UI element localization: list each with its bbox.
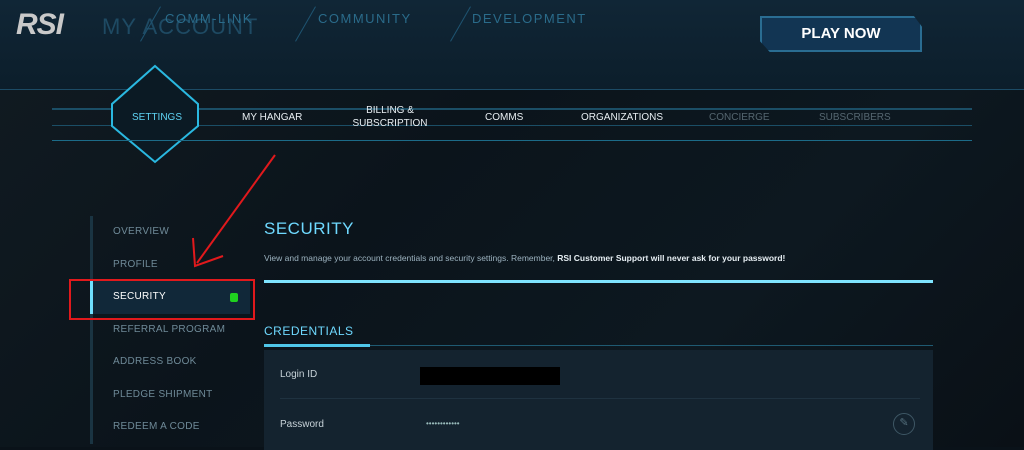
rsi-logo[interactable]: RSI	[16, 8, 64, 42]
sidebar-item-label: ADDRESS BOOK	[113, 356, 197, 367]
tab-concierge[interactable]: CONCIERGE	[709, 111, 770, 124]
nav-comm-link[interactable]: COMM-LINK	[165, 11, 253, 26]
description-text: View and manage your account credentials…	[264, 253, 558, 263]
sidebar-item-address-book[interactable]: ADDRESS BOOK	[90, 346, 250, 379]
tab-comms[interactable]: COMMS	[485, 111, 523, 124]
annotation-highlight-box	[69, 279, 255, 320]
sidebar-item-overview[interactable]: OVERVIEW	[90, 216, 250, 249]
login-id-value-redacted	[420, 367, 560, 385]
sidebar-item-label: PLEDGE SHIPMENT	[113, 388, 213, 400]
sidebar-item-redeem-code[interactable]: REDEEM A CODE	[90, 411, 250, 444]
divider	[450, 6, 471, 42]
password-label: Password	[280, 419, 324, 430]
credentials-panel	[264, 350, 933, 450]
section-title: SECURITY	[264, 219, 354, 238]
tab-organizations[interactable]: ORGANIZATIONS	[581, 111, 663, 124]
tab-my-hangar[interactable]: MY HANGAR	[242, 111, 302, 124]
description-warning: RSI Customer Support will never ask for …	[557, 253, 786, 263]
nav-development[interactable]: DEVELOPMENT	[472, 11, 587, 26]
sidebar-item-label: REFERRAL PROGRAM	[113, 323, 226, 335]
sidebar-item-label: OVERVIEW	[113, 226, 170, 237]
divider	[264, 280, 933, 283]
login-id-label: Login ID	[280, 369, 318, 380]
pencil-icon: ✎	[899, 417, 909, 429]
sidebar-item-label: REDEEM A CODE	[113, 421, 200, 432]
password-value: ••••••••••••	[426, 419, 460, 428]
tab-settings[interactable]: SETTINGS	[132, 111, 182, 124]
tab-billing[interactable]: BILLING & SUBSCRIPTION	[350, 104, 430, 130]
edit-password-button[interactable]: ✎	[893, 413, 915, 435]
divider	[264, 344, 370, 347]
divider	[295, 6, 316, 42]
tab-subscribers[interactable]: SUBSCRIBERS	[819, 111, 891, 124]
section-description: View and manage your account credentials…	[264, 253, 785, 263]
nav-community[interactable]: COMMUNITY	[318, 11, 412, 26]
sidebar-item-profile[interactable]: PROFILE	[90, 248, 250, 281]
divider	[280, 398, 920, 399]
play-now-button[interactable]: PLAY NOW	[760, 16, 922, 52]
sidebar-item-label: PROFILE	[113, 258, 158, 270]
sidebar-item-pledge-shipment[interactable]: PLEDGE SHIPMENT	[90, 378, 250, 411]
sidebar: OVERVIEW PROFILE SECURITY REFERRAL PROGR…	[90, 216, 250, 444]
credentials-heading: CREDENTIALS	[264, 324, 354, 338]
